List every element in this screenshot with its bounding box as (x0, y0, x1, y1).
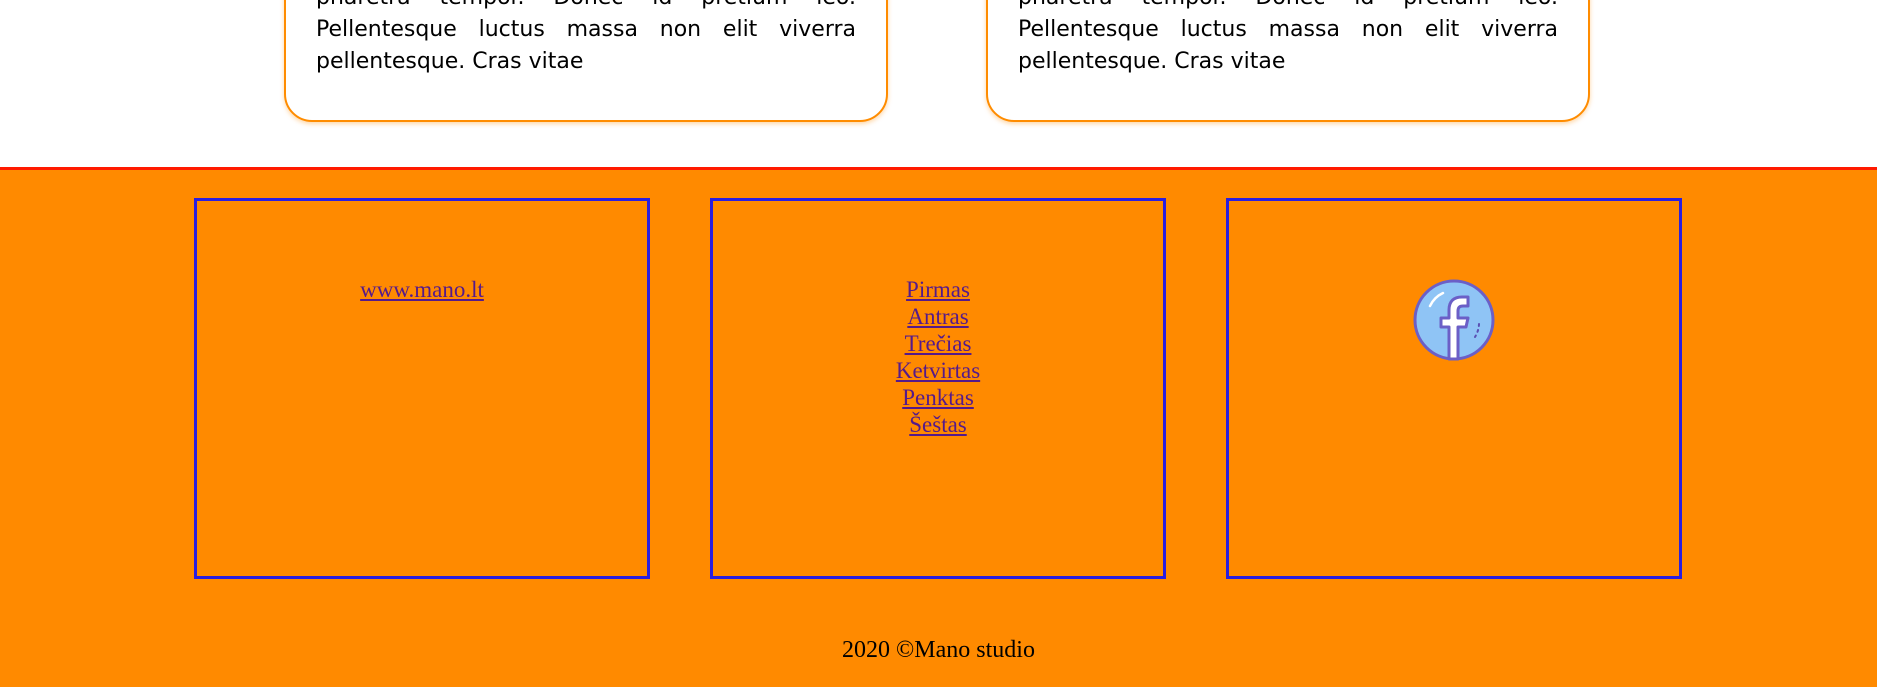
info-card: pharetra tempor. Donec id pretium leo. P… (284, 0, 888, 122)
nav-link-trecias[interactable]: Trečias (905, 330, 972, 357)
info-card: pharetra tempor. Donec id pretium leo. P… (986, 0, 1590, 122)
facebook-icon[interactable] (1413, 279, 1495, 361)
footer-nav: Pirmas Antras Trečias Ketvirtas Penktas … (713, 276, 1163, 438)
nav-link-ketvirtas[interactable]: Ketvirtas (896, 357, 980, 384)
footer-site-box: www.mano.lt (194, 198, 650, 579)
nav-link-sestas[interactable]: Šeštas (909, 411, 967, 438)
nav-link-antras[interactable]: Antras (907, 303, 968, 330)
page-footer: www.mano.lt Pirmas Antras Trečias Ketvir… (0, 167, 1877, 687)
copyright-text: 2020 ©Mano studio (842, 637, 1035, 663)
site-link[interactable]: www.mano.lt (360, 276, 484, 303)
card-text: pharetra tempor. Donec id pretium leo. P… (316, 0, 856, 74)
nav-link-pirmas[interactable]: Pirmas (906, 276, 970, 303)
card-section: pharetra tempor. Donec id pretium leo. P… (0, 0, 1877, 168)
footer-social-box (1226, 198, 1682, 579)
card-text: pharetra tempor. Donec id pretium leo. P… (1018, 0, 1558, 74)
nav-link-penktas[interactable]: Penktas (902, 384, 974, 411)
footer-nav-box: Pirmas Antras Trečias Ketvirtas Penktas … (710, 198, 1166, 579)
